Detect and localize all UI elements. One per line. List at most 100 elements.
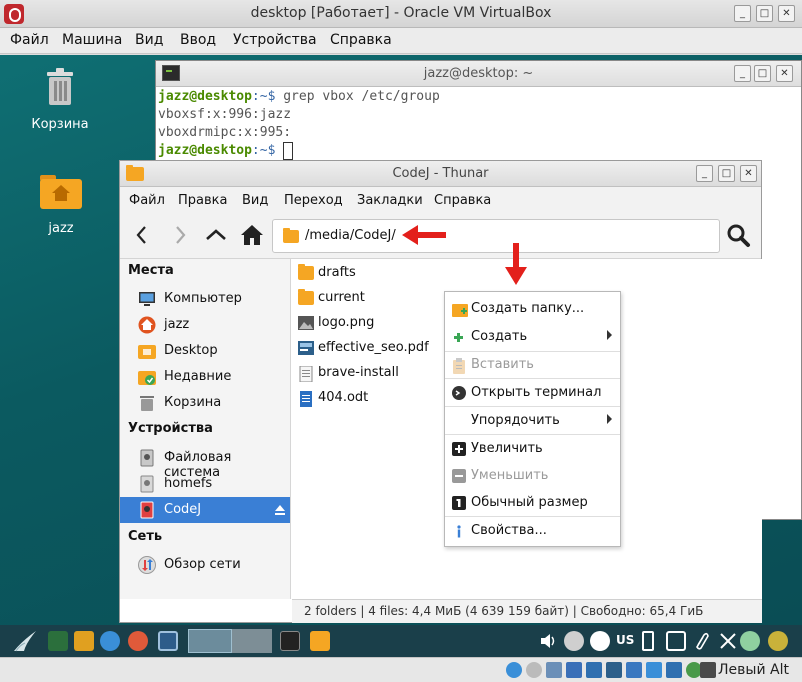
usb-status-icon[interactable]: [586, 662, 602, 678]
search-button[interactable]: [724, 221, 752, 249]
menu-item-arrange[interactable]: Упорядочить: [445, 408, 620, 434]
workspace-2[interactable]: [232, 629, 272, 653]
annotation-arrow-left: [402, 225, 446, 249]
sidebar-item-recent[interactable]: Недавние: [120, 364, 290, 390]
thunar-menu-file[interactable]: Файл: [129, 193, 165, 208]
location-path: /media/CodeJ/: [305, 228, 396, 243]
clock-icon[interactable]: [740, 631, 760, 651]
optical-drive-status-icon[interactable]: [526, 662, 542, 678]
folder-icon: [298, 264, 314, 280]
computer-icon: [138, 290, 156, 308]
shared-folders-status-icon[interactable]: [606, 662, 622, 678]
menu-item-paste: Вставить: [445, 352, 620, 378]
thunar-menu-bookmarks[interactable]: Закладки: [357, 193, 423, 208]
trash-icon[interactable]: [44, 68, 76, 106]
home-button[interactable]: [238, 221, 266, 249]
home-folder-icon[interactable]: [40, 173, 82, 209]
removable-drive-icon: [138, 501, 156, 519]
app-launcher-icon[interactable]: [128, 631, 148, 651]
thunar-menu-help[interactable]: Справка: [434, 193, 491, 208]
terminal-line-3: vboxdrmipc:x:995:: [158, 125, 292, 140]
notification-count-icon[interactable]: [590, 631, 610, 651]
forward-button[interactable]: [166, 221, 194, 249]
menu-item-zoom-in[interactable]: Увеличить: [445, 436, 620, 462]
network-adapter-status-icon[interactable]: [566, 662, 582, 678]
paste-icon: [452, 358, 466, 374]
sidebar-item-jazz[interactable]: jazz: [120, 312, 290, 338]
thunar-minimize-button[interactable]: _: [696, 165, 713, 182]
network-status-icon[interactable]: [718, 631, 738, 655]
eject-icon[interactable]: [274, 504, 286, 520]
sidebar-item-trash[interactable]: Корзина: [120, 390, 290, 416]
thunar-menu-go[interactable]: Переход: [284, 193, 343, 208]
vbox-menu-file[interactable]: Файл: [10, 32, 49, 48]
vbox-statusbar: Левый Alt: [0, 657, 802, 682]
browser-launcher-icon[interactable]: [100, 631, 120, 651]
taskbar-thunar-window[interactable]: [310, 631, 330, 651]
taskbar-terminal-window[interactable]: [280, 631, 300, 651]
submenu-arrow-icon: [607, 330, 612, 340]
power-icon[interactable]: [768, 631, 788, 651]
sidebar-heading-network: Сеть: [128, 529, 163, 544]
sidebar-item-desktop[interactable]: Desktop: [120, 338, 290, 364]
vbox-menu-view[interactable]: Вид: [135, 32, 163, 48]
vbox-menu-help[interactable]: Справка: [330, 32, 392, 48]
vbox-menu-devices[interactable]: Устройства: [233, 32, 317, 48]
workspace-1[interactable]: [188, 629, 232, 653]
folder-icon: [298, 289, 314, 305]
chevron-left-icon: [136, 226, 146, 244]
thunar-titlebar: CodeJ - Thunar _ □ ✕: [120, 161, 761, 187]
menu-item-create-folder[interactable]: Создать папку...: [445, 296, 620, 322]
terminal-titlebar: jazz@desktop: ~ _ □ ✕: [156, 61, 801, 87]
vbox-minimize-button[interactable]: _: [734, 5, 751, 22]
sidebar-item-browse-network[interactable]: Обзор сети: [120, 552, 290, 578]
sidebar-heading-places: Места: [128, 263, 174, 278]
vbox-maximize-button[interactable]: □: [756, 5, 773, 22]
image-file-icon: [298, 316, 314, 330]
zoom-in-icon: [452, 442, 466, 456]
thunar-maximize-button[interactable]: □: [718, 165, 735, 182]
file-manager-launcher-icon[interactable]: [74, 631, 94, 651]
back-button[interactable]: [128, 221, 156, 249]
sidebar-item-codej[interactable]: CodeJ: [120, 497, 290, 523]
thunar-close-button[interactable]: ✕: [740, 165, 757, 182]
start-menu-icon[interactable]: [12, 629, 38, 657]
menu-item-normal-size[interactable]: Обычный размер: [445, 490, 620, 516]
chat-icon[interactable]: [666, 631, 686, 651]
terminal-maximize-button[interactable]: □: [754, 65, 771, 82]
recording-status-icon[interactable]: [646, 662, 662, 678]
paperclip-icon[interactable]: [694, 631, 710, 655]
window-list-icon[interactable]: [158, 631, 178, 651]
terminal-minimize-button[interactable]: _: [734, 65, 751, 82]
thunar-sidebar: Места Компьютер jazz Desktop Недавние Ко…: [120, 259, 291, 599]
thunar-menu-edit[interactable]: Правка: [178, 193, 227, 208]
volume-icon[interactable]: [540, 633, 558, 653]
up-button[interactable]: [202, 221, 230, 249]
audio-status-icon[interactable]: [546, 662, 562, 678]
terminal-cursor: [283, 142, 293, 160]
menu-item-properties[interactable]: Свойства...: [445, 518, 620, 544]
menu-item-create[interactable]: Создать: [445, 324, 620, 350]
hard-disk-status-icon[interactable]: [506, 662, 522, 678]
terminal-launcher-icon[interactable]: [48, 631, 68, 651]
keyboard-capture-status-icon[interactable]: [700, 662, 716, 678]
keyboard-layout-indicator[interactable]: US: [616, 633, 634, 647]
thunar-statusbar: 2 folders | 4 files: 4,4 МиБ (4 639 159 …: [292, 599, 762, 623]
recent-icon: [138, 368, 156, 386]
cpu-status-icon[interactable]: [666, 662, 682, 678]
trash-label: Корзина: [31, 117, 89, 132]
vbox-menu-machine[interactable]: Машина: [62, 32, 122, 48]
sidebar-item-computer[interactable]: Компьютер: [120, 286, 290, 312]
display-status-icon[interactable]: [626, 662, 642, 678]
menu-item-open-terminal[interactable]: Открыть терминал: [445, 380, 620, 406]
battery-icon[interactable]: [642, 631, 654, 651]
sidebar-item-filesystem[interactable]: Файловая система: [120, 445, 290, 480]
zoom-out-icon: [452, 469, 466, 483]
sidebar-item-homefs[interactable]: homefs: [120, 471, 290, 497]
terminal-close-button[interactable]: ✕: [776, 65, 793, 82]
thunar-menu-view[interactable]: Вид: [242, 193, 268, 208]
vbox-menu-input[interactable]: Ввод: [180, 32, 216, 48]
vbox-close-button[interactable]: ✕: [778, 5, 795, 22]
location-bar[interactable]: /media/CodeJ/: [272, 219, 720, 253]
accessibility-icon[interactable]: [564, 631, 584, 651]
